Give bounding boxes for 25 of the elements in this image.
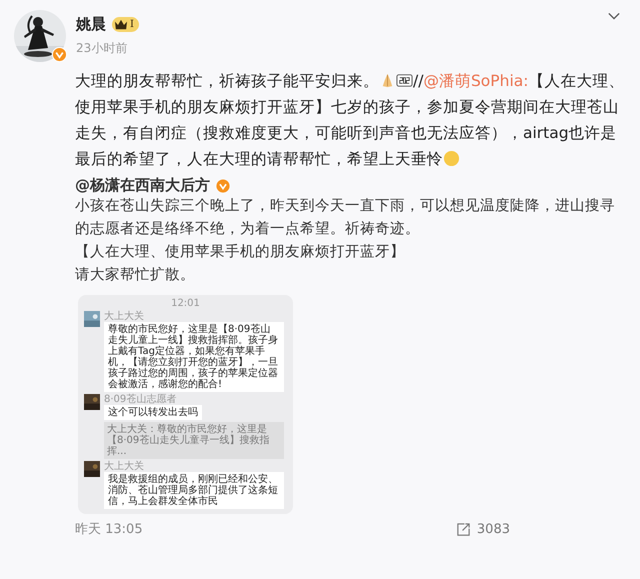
- share-icon: [456, 522, 471, 536]
- sender-name: 大上大关: [104, 311, 144, 322]
- message-bubble: 这个可以转发出去吗: [104, 405, 202, 420]
- message-bubble: 尊敬的市民您好，这里是【8·09苍山走失儿童上一线】搜救指挥部。孩子身上戴有Tag定位器，如果您有苹果手机，【请您立刻打开您的蓝牙】，一旦孩子路过您的周围，孩子的苹果定位器会被激活，感谢您的配合!: [104, 322, 284, 392]
- chat-time: 12:01: [171, 298, 200, 309]
- repost-text: 【人在大理、使用苹果手机的朋友麻烦打开蓝牙】: [75, 242, 406, 262]
- emoji-icon: [443, 150, 460, 167]
- post-text: 大理的朋友帮帮忙，祈祷孩子能平安归来。 //@潘萌SoPhia:【人在大理、使用苹果手机的朋友麻烦打开蓝牙】七岁的孩子，参加夏令营期间在大理苍山走失，有自闭症（搜救难度更大，可能听到声音也无法应答），airtag也许是最后的希望了，人在大理的请帮帮忙，希望上天垂怜: [75, 71, 626, 170]
- chevron-icon[interactable]: [608, 12, 620, 20]
- share-button[interactable]: 3083: [456, 522, 510, 536]
- quoted-message: 大上大关：尊敬的市民您好，这里是【8·09苍山走失儿童寻一线】搜救指挥...: [104, 422, 284, 459]
- repost-text: 小孩在苍山失踪三个晚上了，昨天到今天一直下雨，可以想见温度陡降，进山搜寻的志愿者还是络绎不绝，为着一点希望。祈祷奇迹。: [75, 196, 616, 239]
- sender-name: 大上大关: [104, 461, 144, 472]
- member-badge: I: [112, 17, 139, 32]
- repost-text: 请大家帮忙扩散。: [75, 266, 196, 285]
- crown-icon: [114, 18, 128, 30]
- verified-icon: [52, 47, 67, 62]
- author-name[interactable]: 姚晨: [76, 15, 106, 34]
- verified-icon: [216, 178, 230, 192]
- reposted-author[interactable]: @杨潇在西南大后方: [75, 176, 210, 195]
- chat-screenshot[interactable]: [78, 295, 293, 514]
- sender-name: 8·09苍山志愿者: [104, 394, 176, 405]
- post-time: 23小时前: [76, 40, 128, 57]
- message-bubble: 我是救援组的成员，刚刚已经和公安、消防、苍山管理局多部门提供了这条短信，马上会群发全体市民: [104, 472, 284, 509]
- repost-time: 昨天 13:05: [75, 521, 143, 538]
